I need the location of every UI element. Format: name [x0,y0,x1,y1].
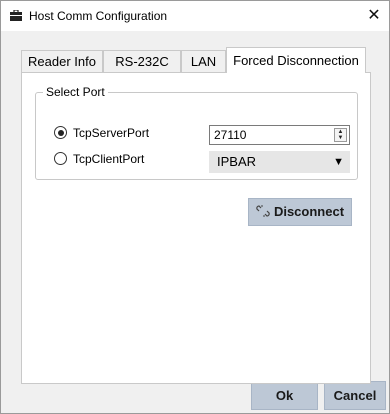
client-port-select[interactable]: IPBAR ▼ [209,151,350,173]
window-title: Host Comm Configuration [29,9,168,23]
tab-panel-forced-disconnection: Select Port TcpServerPort TcpClientPort … [21,72,371,384]
radio-unchecked-icon[interactable] [54,152,67,165]
tab-lan[interactable]: LAN [181,50,226,72]
spinner-icon[interactable]: ▲ ▼ [334,128,347,142]
briefcase-icon [10,10,22,21]
title-bar: Host Comm Configuration ✕ [1,1,389,31]
group-label: Select Port [43,85,108,99]
tab-reader-info[interactable]: Reader Info [21,50,103,72]
radio-checked-icon[interactable] [54,126,67,139]
radio-tcp-server-port[interactable]: TcpServerPort [54,125,149,141]
chevron-down-icon: ▼ [333,156,344,168]
server-port-value: 27110 [214,128,247,142]
dialog-window: Host Comm Configuration ✕ Reader Info RS… [0,0,390,414]
tab-forced-disconnection[interactable]: Forced Disconnection [226,47,366,73]
disconnect-label: Disconnect [273,204,345,219]
ok-button[interactable]: Ok [251,381,318,410]
radio-label: TcpClientPort [73,152,145,166]
server-port-input[interactable]: 27110 ▲ ▼ [209,125,350,145]
select-port-group: Select Port TcpServerPort TcpClientPort … [35,85,358,180]
client-port-select-value: IPBAR [217,154,257,169]
disconnect-button[interactable]: Disconnect [248,198,352,226]
radio-label: TcpServerPort [73,126,150,140]
tab-rs232c[interactable]: RS-232C [103,50,181,72]
radio-tcp-client-port[interactable]: TcpClientPort [54,151,144,167]
unlink-icon [256,205,270,217]
close-button[interactable]: ✕ [359,1,389,31]
cancel-button[interactable]: Cancel [324,381,386,410]
